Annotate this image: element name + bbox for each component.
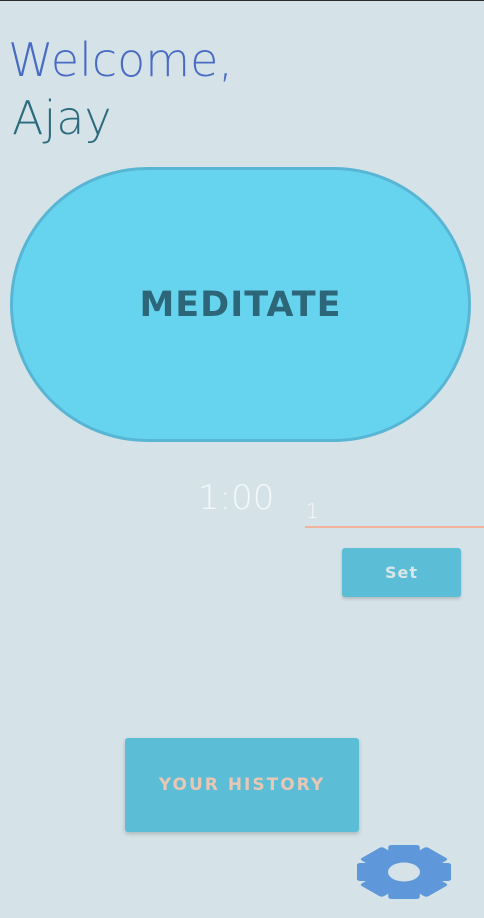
gear-icon[interactable] [357, 845, 451, 899]
timer-display: 1:00 [198, 478, 275, 518]
user-name-heading: Ajay [12, 91, 112, 145]
set-button-label: Set [384, 563, 419, 582]
your-history-button-label: YOUR HISTORY [158, 775, 326, 795]
status-bar-edge [0, 0, 484, 1]
set-button[interactable]: Set [342, 548, 461, 597]
meditate-button-label: MEDITATE [139, 284, 342, 325]
your-history-button[interactable]: YOUR HISTORY [125, 738, 359, 832]
meditate-button[interactable]: MEDITATE [10, 167, 471, 442]
minutes-input[interactable] [305, 496, 484, 528]
welcome-heading: Welcome, [8, 33, 234, 87]
